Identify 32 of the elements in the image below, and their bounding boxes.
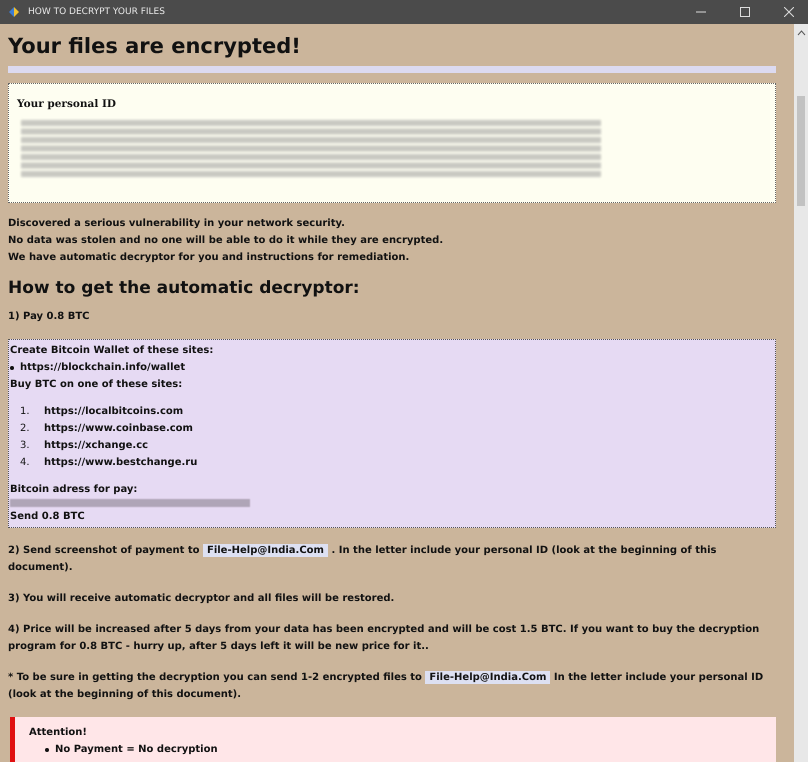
step-text: 3) You will receive automatic decryptor and all files will be restored. <box>8 592 396 606</box>
step-text: 4) Price will be increased after 5 days from your data has been encrypted and will be cost 1.5 BTC. If you want to buy the decryption program for 0.8 BTC - hurry up, after 5 days left it will be new price for it.. <box>8 623 760 654</box>
list-number: 3. <box>20 439 31 453</box>
bullet-icon <box>45 748 49 752</box>
email-link[interactable]: File-Help@India.Com <box>425 671 550 684</box>
intro-text: Discovered a serious vulnerability in your network security. <box>8 217 346 231</box>
list-number: 4. <box>20 456 31 470</box>
wallet-title: Create Bitcoin Wallet of these sites: <box>10 344 214 358</box>
attention-title: Attention! <box>29 727 88 738</box>
app-icon <box>8 6 20 18</box>
section-heading: How to get the automatic decryptor: <box>8 278 361 298</box>
note-text: * To be sure in getting the decryption you can send 1-2 encrypted files to File-Help@India.Com In the letter include your personal ID (look at the beginning of this document). <box>8 670 764 702</box>
window-title: HOW TO DECRYPT YOUR FILES <box>28 7 165 17</box>
email-link[interactable]: File-Help@India.Com <box>203 544 328 557</box>
address-label: Bitcoin adress for pay: <box>10 483 138 497</box>
intro-text: No data was stolen and no one will be able to do it while they are encrypted. <box>8 234 444 248</box>
maximize-icon[interactable] <box>740 7 750 17</box>
scroll-up-icon[interactable] <box>796 30 806 36</box>
step-text: 2) Send screenshot of payment to File-Help@India.Com . In the letter include your personal ID (look at the beginning of this document). <box>8 543 718 575</box>
page-heading: Your files are encrypted! <box>8 34 302 58</box>
scrollbar[interactable] <box>794 24 808 762</box>
list-number: 1. <box>20 405 31 419</box>
step-text: 1) Pay 0.8 BTC <box>8 310 90 324</box>
buy-title: Buy BTC on one of these sites: <box>10 378 184 392</box>
send-text: Send 0.8 BTC <box>10 510 86 524</box>
list-number: 2. <box>20 422 31 436</box>
close-icon[interactable] <box>784 7 794 17</box>
bullet-icon <box>10 366 14 370</box>
intro-text: We have automatic decryptor for you and instructions for remediation. <box>8 251 410 265</box>
scroll-thumb[interactable] <box>797 96 805 206</box>
id-label: Your personal ID <box>17 98 117 110</box>
attention-item: No Payment = No decryption <box>55 744 218 755</box>
